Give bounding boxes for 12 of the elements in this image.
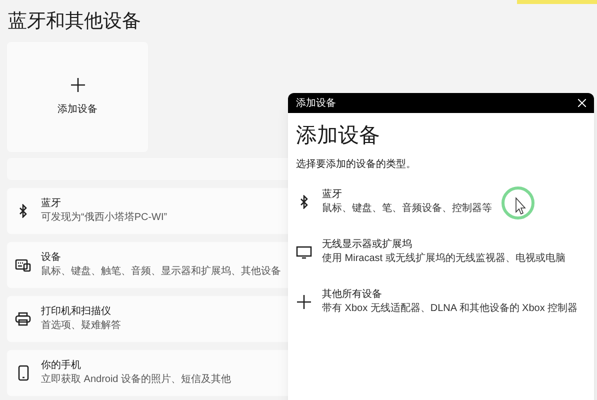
page-title: 蓝牙和其他设备 [7,10,142,34]
dialog-heading: 添加设备 [296,123,380,149]
dialog-title: 添加设备 [296,96,336,110]
row-title: 你的手机 [41,359,81,373]
dialog-prompt: 选择要添加的设备的类型。 [296,158,416,172]
row-title: 蓝牙 [41,197,61,211]
row-title: 设备 [41,251,61,265]
row-subtitle: 可发现为“俄西小塔塔PC-WI” [41,211,168,225]
row-subtitle: 立即获取 Android 设备的照片、短信及其他 [41,373,232,387]
row-title: 打印机和扫描仪 [41,305,111,319]
row-subtitle: 首选项、疑难解答 [41,319,121,333]
row-subtitle: 鼠标、键盘、触笔、音频、显示器和扩展坞、其他设备 [41,265,281,279]
